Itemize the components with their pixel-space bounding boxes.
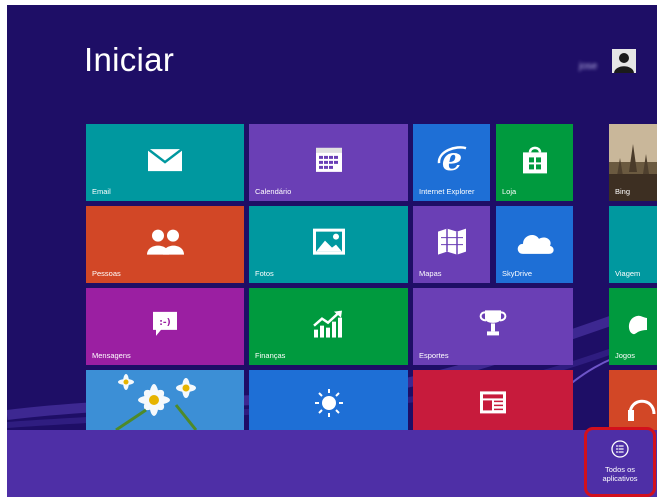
page-title: Iniciar bbox=[84, 41, 175, 78]
news-icon bbox=[480, 391, 506, 414]
user-avatar-icon[interactable] bbox=[612, 49, 636, 73]
all-apps-icon bbox=[611, 440, 629, 458]
tile-bing-label: Bing bbox=[615, 187, 631, 196]
tile-musica[interactable] bbox=[609, 370, 657, 430]
all-apps-label-line2: aplicativos bbox=[602, 474, 638, 483]
tile-financas[interactable]: Finanças bbox=[249, 288, 408, 365]
start-screen: Iniciar jose Email Calendário e Internet… bbox=[7, 5, 657, 497]
all-apps-button[interactable]: Todos os aplicativos bbox=[584, 427, 656, 497]
messaging-icon: :-) bbox=[153, 311, 177, 336]
tile-viagem[interactable]: Viagem bbox=[609, 206, 657, 283]
svg-text::-): :-) bbox=[159, 317, 170, 327]
user-name[interactable]: jose bbox=[579, 61, 597, 72]
tile-esportes[interactable]: Esportes bbox=[413, 288, 573, 365]
finance-icon bbox=[312, 310, 342, 338]
tile-ie-label: Internet Explorer bbox=[419, 187, 475, 196]
tile-calendario-label: Calendário bbox=[255, 187, 292, 196]
tile-noticias[interactable] bbox=[413, 370, 573, 430]
tile-mensagens-label: Mensagens bbox=[92, 351, 131, 360]
sports-trophy-icon bbox=[479, 309, 507, 335]
daisy-photo bbox=[86, 370, 244, 430]
people-icon bbox=[147, 229, 184, 255]
tile-skydrive[interactable]: SkyDrive bbox=[496, 206, 573, 283]
tile-pessoas-label: Pessoas bbox=[92, 269, 121, 278]
tile-mensagens[interactable]: :-) Mensagens bbox=[86, 288, 244, 365]
bottom-app-bar bbox=[7, 430, 657, 497]
tile-viagem-label: Viagem bbox=[615, 269, 641, 278]
tile-desktop-daisies[interactable] bbox=[86, 370, 244, 430]
tile-mapas[interactable]: Mapas bbox=[413, 206, 490, 283]
all-apps-label-line1: Todos os bbox=[604, 465, 636, 474]
maps-icon bbox=[437, 228, 466, 255]
weather-sun-icon bbox=[314, 389, 343, 417]
tile-skydrive-label: SkyDrive bbox=[502, 269, 533, 278]
tile-pessoas[interactable]: Pessoas bbox=[86, 206, 244, 283]
tile-fotos[interactable]: Fotos bbox=[249, 206, 408, 283]
tile-calendario[interactable]: Calendário bbox=[249, 124, 408, 201]
tile-loja[interactable]: Loja bbox=[496, 124, 573, 201]
store-icon bbox=[522, 146, 547, 173]
tile-bing[interactable]: Bing bbox=[609, 124, 657, 201]
games-controller-icon bbox=[628, 315, 647, 335]
tile-email-label: Email bbox=[92, 187, 111, 196]
tile-jogos-label: Jogos bbox=[615, 351, 636, 360]
tile-financas-label: Finanças bbox=[255, 351, 286, 360]
all-apps-label: Todos os aplicativos bbox=[587, 465, 653, 483]
tile-esportes-label: Esportes bbox=[419, 351, 449, 360]
mail-icon bbox=[147, 147, 183, 171]
tile-fotos-label: Fotos bbox=[255, 269, 274, 278]
ie-icon: e bbox=[437, 143, 466, 175]
tile-loja-label: Loja bbox=[502, 187, 517, 196]
tile-internet-explorer[interactable]: e Internet Explorer bbox=[413, 124, 490, 201]
tile-clima[interactable] bbox=[249, 370, 408, 430]
tile-email[interactable]: Email bbox=[86, 124, 244, 201]
calendar-icon bbox=[315, 147, 342, 172]
photos-icon bbox=[312, 228, 345, 255]
tile-mapas-label: Mapas bbox=[419, 269, 442, 278]
skydrive-icon bbox=[517, 234, 554, 254]
tile-jogos[interactable]: Jogos bbox=[609, 288, 657, 365]
music-headphones-icon bbox=[628, 399, 656, 421]
